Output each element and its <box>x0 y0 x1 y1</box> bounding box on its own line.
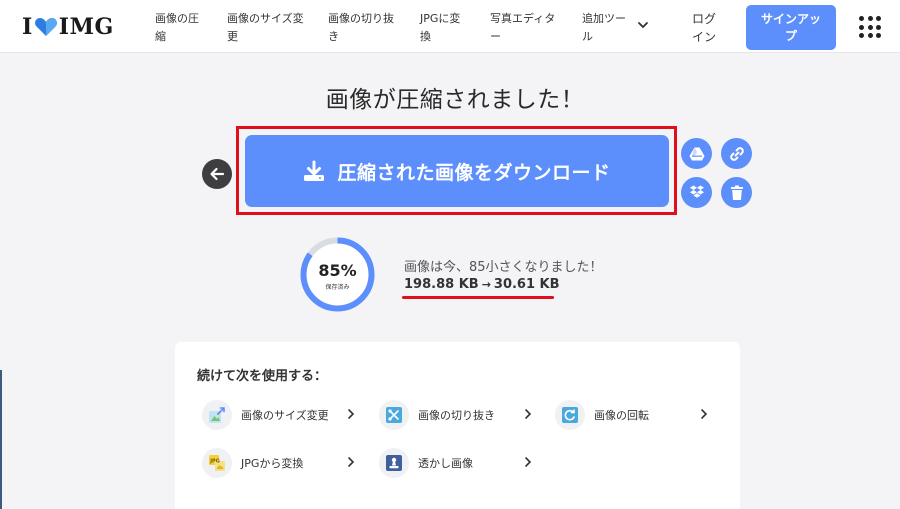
nav-compress-image[interactable]: 画像の圧 縮 <box>155 10 199 46</box>
continue-title: 続けて次を使用する： <box>197 369 328 384</box>
edge-strip <box>0 370 2 509</box>
nav-photo-editor[interactable]: 写真エディタ ー <box>490 10 555 46</box>
dropbox-button[interactable] <box>681 177 712 208</box>
nav-label-line1: 画像のサイズ変 <box>227 12 304 25</box>
login-link[interactable]: ログ イン <box>684 10 724 46</box>
chevron-right-icon <box>525 457 532 467</box>
nav-label-line2: 更 <box>227 30 238 43</box>
apps-grid-icon[interactable] <box>859 16 881 38</box>
nav-label-line2: き <box>328 30 339 43</box>
svg-text:JPG: JPG <box>209 458 220 464</box>
heart-icon <box>34 18 57 36</box>
tool-label: 画像のサイズ変更 <box>241 409 329 422</box>
tool-label: 画像の切り抜き <box>418 409 495 422</box>
logo-text-right: IMG <box>58 14 114 40</box>
signup-label-line1: サインアッ <box>760 12 821 26</box>
nav-label-line2: ー <box>490 30 501 43</box>
saved-label: 保存済み <box>325 284 350 291</box>
tool-icon-bg: JPG <box>202 448 232 478</box>
login-label-line2: イン <box>691 30 716 44</box>
nav-label-line1: 画像の圧 <box>155 12 199 25</box>
tool-icon-bg <box>555 400 585 430</box>
logo[interactable]: I IMG <box>22 14 114 40</box>
tool-label: JPGから変換 <box>241 457 304 470</box>
page-title: 画像が圧縮されました！ <box>325 87 585 113</box>
download-button[interactable]: 圧縮された画像をダウンロード <box>245 135 669 207</box>
size-comparison: 198.88 KB → 30.61 KB <box>404 277 560 292</box>
nav-more-tools[interactable]: 追加ツー ル <box>582 10 626 46</box>
google-drive-icon <box>689 147 704 160</box>
top-navbar: I IMG 画像の圧 縮 画像のサイズ変 更 画像の切り抜 き JPGに変 換 … <box>0 0 900 53</box>
tool-convert-from-jpg[interactable]: JPG JPGから変換 <box>202 446 362 480</box>
copy-link-button[interactable] <box>721 138 752 169</box>
convert-icon: JPG <box>209 455 225 471</box>
login-label-line1: ログ <box>691 12 716 26</box>
nav-label-line1: 写真エディタ <box>490 12 556 25</box>
google-drive-button[interactable] <box>681 138 712 169</box>
size-after: 30.61 KB <box>493 277 560 292</box>
rotate-icon <box>562 407 578 423</box>
chevron-down-icon[interactable] <box>637 19 649 31</box>
dropbox-icon <box>689 185 704 198</box>
tool-icon-bg <box>379 448 409 478</box>
chevron-right-icon <box>348 457 355 467</box>
download-label: 圧縮された画像をダウンロード <box>337 161 611 184</box>
trash-icon <box>730 185 743 200</box>
saved-percent: 85% <box>318 261 357 280</box>
tool-icon-bg <box>202 400 232 430</box>
tool-watermark-image[interactable]: 透かし画像 <box>379 446 539 480</box>
chevron-right-icon <box>701 409 708 419</box>
delete-button[interactable] <box>721 177 752 208</box>
tool-crop-image[interactable]: 画像の切り抜き <box>379 398 539 432</box>
size-before: 198.88 KB <box>404 277 479 292</box>
tool-icon-bg <box>379 400 409 430</box>
nav-convert-to-jpg[interactable]: JPGに変 換 <box>420 10 460 46</box>
logo-text-left: I <box>22 14 33 40</box>
nav-label-line1: 画像の切り抜 <box>328 12 394 25</box>
crop-icon <box>386 407 402 423</box>
resize-icon <box>209 407 225 423</box>
chevron-right-icon <box>348 409 355 419</box>
arrow-left-icon <box>210 167 225 181</box>
link-icon <box>729 146 744 161</box>
signup-label-line2: プ <box>784 29 797 43</box>
nav-resize-image[interactable]: 画像のサイズ変 更 <box>227 10 304 46</box>
tool-label: 透かし画像 <box>418 457 473 470</box>
nav-crop-image[interactable]: 画像の切り抜 き <box>328 10 394 46</box>
tool-resize-image[interactable]: 画像のサイズ変更 <box>202 398 362 432</box>
tool-rotate-image[interactable]: 画像の回転 <box>555 398 715 432</box>
nav-label-line1: 追加ツー <box>582 12 626 25</box>
chevron-right-icon <box>525 409 532 419</box>
nav-label-line2: ル <box>582 30 593 43</box>
watermark-icon <box>386 455 402 471</box>
saved-message: 画像は今、85小さくなりました！ <box>404 260 603 275</box>
nav-label-line2: 縮 <box>155 30 166 43</box>
signup-button[interactable]: サインアッ プ <box>746 5 836 50</box>
nav-label-line2: 換 <box>420 30 431 43</box>
nav-label-line1: JPGに変 <box>420 12 461 25</box>
download-icon <box>304 160 325 181</box>
size-arrow: → <box>481 278 491 291</box>
back-button[interactable] <box>202 159 232 189</box>
size-red-underline <box>402 296 554 299</box>
tool-label: 画像の回転 <box>594 409 649 422</box>
